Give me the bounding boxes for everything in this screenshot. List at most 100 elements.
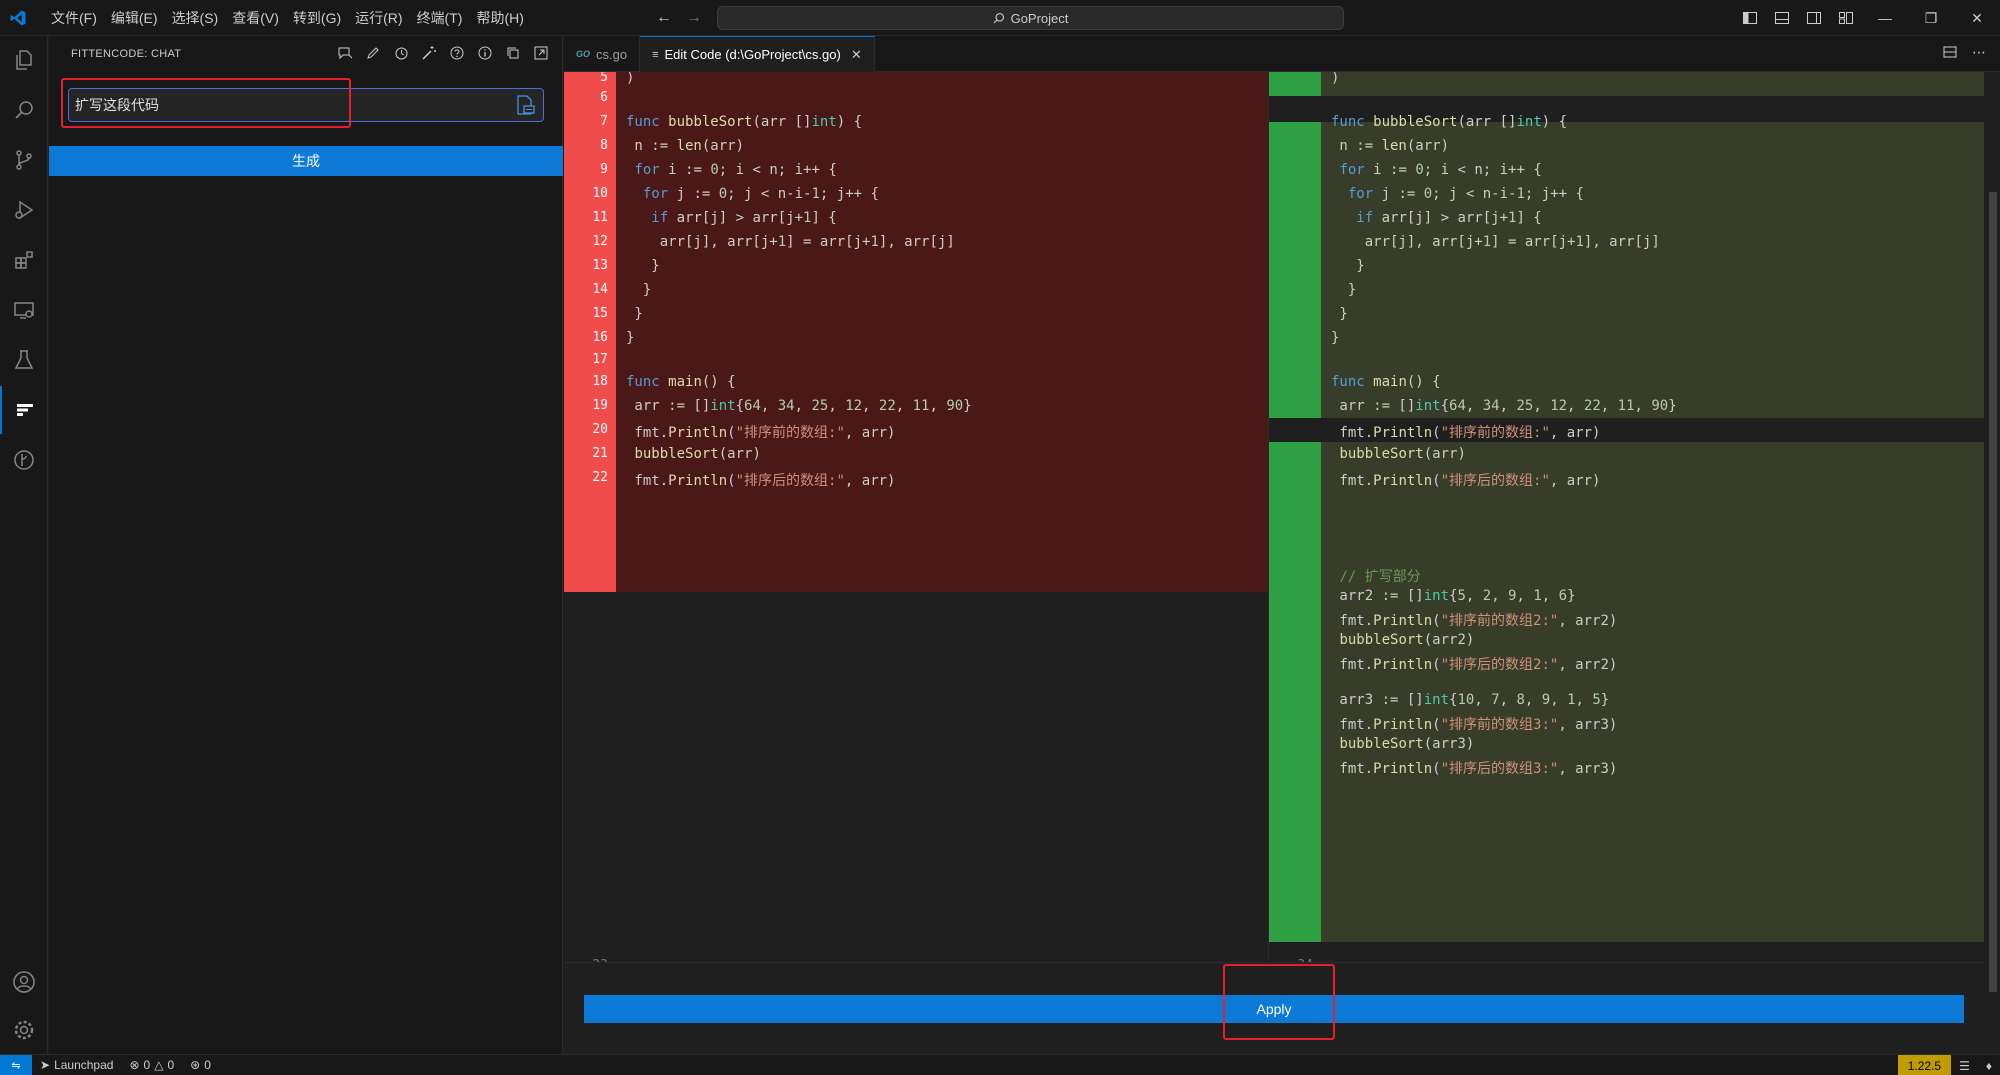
line-number: 18 (592, 374, 608, 389)
code-text: arr := []int{64, 34, 25, 12, 22, 11, 90} (1331, 398, 1677, 414)
back-arrow-icon[interactable]: ← (656, 9, 672, 27)
line-number: 6 (600, 90, 608, 105)
ports-item[interactable]: ⊛ 0 (182, 1058, 219, 1072)
menu-help[interactable]: 帮助(H) (469, 0, 530, 36)
restore-button[interactable]: ❐ (1908, 0, 1954, 36)
toggle-panel-icon[interactable] (1770, 6, 1794, 30)
rocket-icon: ➤ (40, 1058, 51, 1072)
code-text: bubbleSort(arr) (634, 446, 761, 462)
account-icon[interactable] (0, 958, 48, 1006)
extensions-icon[interactable] (0, 236, 48, 284)
code-text: } (626, 330, 635, 346)
search-icon[interactable] (0, 86, 48, 134)
remote-indicator-icon[interactable]: ⇋ (0, 1054, 32, 1075)
info-icon[interactable] (474, 42, 496, 64)
edit-pencil-icon[interactable] (362, 42, 384, 64)
code-text: n := len(arr) (626, 138, 745, 154)
help-icon[interactable] (446, 42, 468, 64)
close-tab-icon[interactable]: ✕ (851, 47, 862, 63)
line-number: 9 (600, 162, 608, 177)
line-number: 22 (592, 470, 608, 485)
insert-file-icon[interactable] (511, 93, 539, 117)
copy-icon[interactable] (502, 42, 524, 64)
command-center-search[interactable]: GoProject (717, 6, 1344, 30)
go-file-icon: GO (576, 49, 591, 59)
code-text: arr[j], arr[j+1] = arr[j+1], arr[j] (626, 234, 955, 250)
code-text: arr3 := []int{10, 7, 8, 9, 1, 5} (1331, 692, 1610, 708)
line-number: 7 (600, 114, 608, 129)
minimize-button[interactable]: — (1862, 0, 1908, 36)
menu-run[interactable]: 运行(R) (348, 0, 409, 36)
forward-arrow-icon[interactable]: → (686, 9, 702, 27)
code-text: fmt.Println("排序后的数组:", arr) (626, 473, 896, 489)
line-number: 13 (592, 258, 608, 273)
fittencode-icon[interactable] (0, 386, 48, 434)
title-bar: 文件(F) 编辑(E) 选择(S) 查看(V) 转到(G) 运行(R) 终端(T… (0, 0, 2000, 36)
problems-item[interactable]: ⊗ 0 △ 0 (121, 1058, 182, 1072)
editor-actions: ⋯ (1942, 44, 1986, 65)
activity-bar (0, 36, 48, 1054)
magic-wand-icon[interactable] (418, 42, 440, 64)
customize-layout-icon[interactable] (1834, 6, 1858, 30)
apply-button[interactable]: Apply (584, 995, 1964, 1023)
menu-view[interactable]: 查看(V) (225, 0, 286, 36)
code-text: for j := 0; j < n-i-1; j++ { (1347, 186, 1584, 202)
code-text: } (1331, 258, 1365, 274)
history-icon[interactable] (390, 42, 412, 64)
menu-terminal[interactable]: 终端(T) (410, 0, 470, 36)
line-number: 12 (592, 234, 608, 249)
go-version-badge[interactable]: 1.22.5 (1897, 1055, 1952, 1075)
menu-selection[interactable]: 选择(S) (165, 0, 226, 36)
menu-go[interactable]: 转到(G) (286, 0, 348, 36)
tab-edit-code[interactable]: ≡ Edit Code (d:\GoProject\cs.go) ✕ (640, 36, 875, 72)
status-right: 1.22.5 ☰ ♦ (1897, 1055, 2000, 1075)
launchpad-item[interactable]: ➤ Launchpad (32, 1058, 121, 1072)
more-actions-icon[interactable]: ⋯ (1972, 44, 1986, 65)
export-icon[interactable] (530, 42, 552, 64)
gear-icon[interactable] (0, 1006, 48, 1054)
code-text: // 扩写部分 (1339, 569, 1421, 585)
chat-input[interactable] (73, 93, 498, 117)
fittencode-status-icon[interactable]: ☰ (1951, 1059, 1978, 1073)
toggle-secondary-sidebar-icon[interactable] (1802, 6, 1826, 30)
search-label: GoProject (1010, 10, 1069, 26)
generate-button[interactable]: 生成 (49, 146, 563, 176)
added-gutter (1269, 72, 1321, 96)
code-text: arr := []int{64, 34, 25, 12, 22, 11, 90} (626, 398, 972, 414)
remote-explorer-icon[interactable] (0, 286, 48, 334)
original-code-pane[interactable]: 5) 6 7 func bubbleSort(arr []int) {8 n := l… (564, 72, 1268, 962)
toggle-primary-sidebar-icon[interactable] (1738, 6, 1762, 30)
line-number: 16 (592, 330, 608, 345)
code-text: arr[j], arr[j+1] = arr[j+1], arr[j] (1331, 234, 1660, 250)
code-text: fmt.Println("排序前的数组:", arr) (1331, 425, 1601, 441)
code-text: for j := 0; j < n-i-1; j++ { (642, 186, 879, 202)
menu-file[interactable]: 文件(F) (44, 0, 104, 36)
source-control-icon[interactable] (0, 136, 48, 184)
code-text: fmt.Println("排序后的数组2:", arr2) (1331, 657, 1618, 673)
added-gutter (1269, 122, 1321, 418)
tab-cs-go[interactable]: GO cs.go (564, 36, 641, 72)
close-window-button[interactable]: ✕ (1954, 0, 2000, 36)
code-text: func bubbleSort(arr []int) { (626, 114, 863, 130)
editor-scrollbar[interactable] (1986, 72, 2000, 1062)
navigation-arrows: ← → (656, 0, 702, 36)
line-number: 21 (592, 446, 608, 461)
code-text: } (626, 282, 652, 298)
menu-edit[interactable]: 编辑(E) (104, 0, 165, 36)
code-text: for i := 0; i < n; i++ { (634, 162, 837, 178)
files-icon[interactable] (0, 36, 48, 84)
new-chat-icon[interactable] (334, 42, 356, 64)
error-icon: ⊗ (129, 1058, 140, 1072)
notifications-bell-icon[interactable]: ♦ (1978, 1059, 2000, 1073)
diff-editor: 5) 6 7 func bubbleSort(arr []int) {8 n := l… (564, 72, 1984, 962)
run-debug-icon[interactable] (0, 186, 48, 234)
gitlens-icon[interactable] (0, 436, 48, 484)
testing-flask-icon[interactable] (0, 336, 48, 384)
code-text: func main() { (1331, 374, 1441, 390)
code-text: if arr[j] > arr[j+1] { (1356, 210, 1542, 226)
line-number: 19 (592, 398, 608, 413)
diff-file-icon: ≡ (652, 48, 659, 61)
line-number: 14 (592, 282, 608, 297)
modified-code-pane[interactable]: ) func bubbleSort(arr []int) { n := len(a… (1268, 72, 1984, 962)
split-editor-icon[interactable] (1942, 44, 1958, 65)
